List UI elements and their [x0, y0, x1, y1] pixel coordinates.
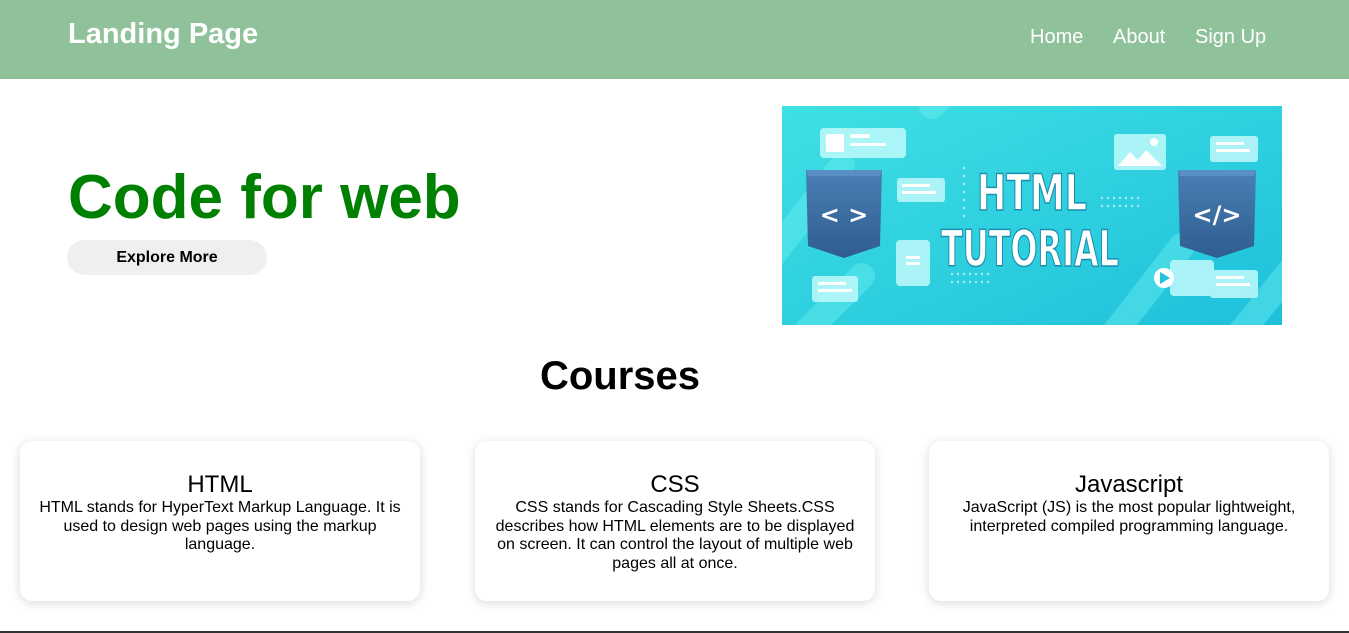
- course-card-description: CSS stands for Cascading Style Sheets.CS…: [495, 499, 855, 572]
- banner-heading-line-2: TUTORIAL: [941, 220, 1119, 278]
- left-code-badge: < >: [820, 201, 869, 229]
- explore-more-button[interactable]: Explore More: [67, 240, 267, 275]
- course-card-description: HTML stands for HyperText Markup Languag…: [39, 499, 401, 553]
- course-card-description: JavaScript (JS) is the most popular ligh…: [962, 499, 1296, 535]
- navbar: Landing Page Home About Sign Up: [0, 0, 1349, 79]
- course-card-css[interactable]: CSS CSS stands for Cascading Style Sheet…: [475, 441, 875, 601]
- nav-links: Home About Sign Up: [0, 26, 1349, 56]
- course-card-title: Javascript: [1074, 471, 1184, 498]
- course-card-html[interactable]: HTML HTML stands for HyperText Markup La…: [20, 441, 420, 601]
- nav-link-about[interactable]: About: [1113, 26, 1165, 49]
- html-tutorial-banner-image: < > </> HTML TUTORIAL: [782, 106, 1282, 325]
- nav-link-home[interactable]: Home: [1030, 26, 1083, 49]
- right-code-badge: </>: [1193, 201, 1242, 229]
- course-card-javascript[interactable]: Javascript JavaScript (JS) is the most p…: [929, 441, 1329, 601]
- banner-heading-line-1: HTML: [977, 164, 1087, 222]
- nav-link-sign-up[interactable]: Sign Up: [1195, 26, 1266, 49]
- courses-heading: Courses: [539, 354, 701, 398]
- course-card-title: HTML: [187, 471, 253, 498]
- course-card-title: CSS: [650, 471, 700, 498]
- hero-title: Code for web: [68, 163, 461, 232]
